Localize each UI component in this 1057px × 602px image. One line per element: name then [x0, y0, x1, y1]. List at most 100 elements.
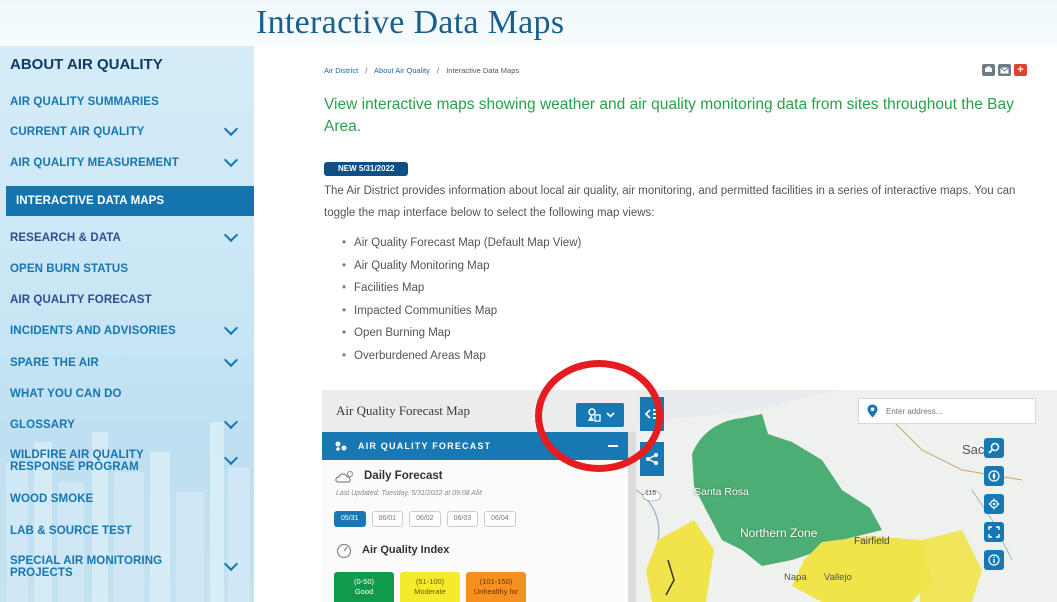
fullscreen-button[interactable]: [984, 522, 1004, 542]
sidebar-item-current-air-quality[interactable]: CURRENT AIR QUALITY: [0, 117, 254, 147]
fullscreen-icon: [988, 526, 1000, 538]
sidebar-item-open-burn-status[interactable]: OPEN BURN STATUS: [0, 254, 254, 284]
map-label-fairfield: Fairfield: [854, 536, 890, 547]
share-toolbar: +: [982, 64, 1027, 76]
search-zoom-icon: [988, 442, 1000, 454]
forecast-panel: Daily Forecast Last Updated: Tuesday, 5/…: [322, 460, 628, 602]
chevron-down-icon[interactable]: [223, 152, 239, 168]
sidebar: ABOUT AIR QUALITY AIR QUALITY SUMMARIES …: [0, 46, 254, 602]
aqi-tile-label: Moderate: [414, 587, 446, 596]
sidebar-item-interactive-data-maps[interactable]: INTERACTIVE DATA MAPS: [6, 186, 254, 216]
sidebar-item-what-you-can-do[interactable]: WHAT YOU CAN DO: [0, 379, 254, 409]
chevron-down-icon[interactable]: [223, 414, 239, 430]
sidebar-item-label: WOOD SMOKE: [10, 493, 94, 505]
chevron-down-icon[interactable]: [223, 556, 239, 572]
list-item: Air Quality Forecast Map (Default Map Vi…: [342, 232, 581, 255]
aqi-tile-range: (101-150): [479, 577, 513, 586]
map-label-sacramento: Sac: [962, 442, 985, 457]
breadcrumb-separator: /: [437, 66, 440, 75]
date-tab[interactable]: 06/03: [446, 511, 479, 527]
sidebar-item-incidents-advisories[interactable]: INCIDENTS AND ADVISORIES: [0, 316, 254, 346]
add-icon[interactable]: +: [1014, 64, 1027, 76]
locate-button[interactable]: [984, 494, 1004, 514]
list-item: Overburdened Areas Map: [342, 345, 581, 368]
map-label-napa: Napa: [784, 572, 807, 583]
sidebar-item-label: AIR QUALITY FORECAST: [10, 294, 152, 306]
date-tabs: 05/31 06/01 06/02 06/03 06/04: [334, 511, 516, 527]
aqi-gauge-icon: [336, 543, 352, 559]
sidebar-item-spare-the-air[interactable]: SPARE THE AIR: [0, 348, 254, 378]
sidebar-item-air-quality-measurement[interactable]: AIR QUALITY MEASUREMENT: [0, 148, 254, 178]
share-icon: [646, 453, 658, 465]
aqi-tile-good: (0-50) Good: [334, 572, 394, 602]
address-search[interactable]: [858, 398, 1036, 424]
map-road-label: 116: [645, 490, 657, 497]
sidebar-item-air-quality-summaries[interactable]: AIR QUALITY SUMMARIES: [0, 87, 254, 117]
page-title: Interactive Data Maps: [256, 4, 565, 41]
location-pin-icon: [867, 404, 878, 418]
sidebar-item-research-data[interactable]: RESEARCH & DATA: [0, 223, 254, 253]
date-tab[interactable]: 06/01: [371, 511, 404, 527]
main-content: Air District / About Air Quality / Inter…: [254, 46, 1057, 602]
locate-icon: [988, 498, 1000, 510]
breadcrumb-link-air-district[interactable]: Air District: [324, 66, 358, 75]
sidebar-item-label: LAB & SOURCE TEST: [10, 525, 132, 537]
sidebar-item-label: RESEARCH & DATA: [10, 232, 121, 244]
breadcrumb-current: Interactive Data Maps: [446, 66, 520, 75]
print-icon[interactable]: [982, 64, 995, 76]
date-tab[interactable]: 06/02: [409, 511, 441, 527]
sidebar-item-label: AIR QUALITY MEASUREMENT: [10, 157, 179, 169]
address-input[interactable]: [886, 406, 1026, 416]
list-item: Facilities Map: [342, 277, 581, 300]
sidebar-item-label: WILDFIRE AIR QUALITY RESPONSE PROGRAM: [10, 449, 144, 473]
forecast-icon: [335, 441, 347, 451]
aqi-legend: (0-50) Good (51-100) Moderate (101-150) …: [334, 572, 526, 602]
info-icon: [988, 554, 1000, 566]
sidebar-item-label: WHAT YOU CAN DO: [10, 388, 122, 400]
map-label-santa-rosa: Santa Rosa: [694, 486, 749, 498]
map-widget[interactable]: 116 Santa Rosa Northern Zone Fairfield N…: [322, 390, 1057, 602]
annotation-circle: [535, 360, 663, 472]
last-updated-text: Last Updated: Tuesday, 5/31/2022 at 09:0…: [336, 490, 482, 497]
date-tab[interactable]: 05/31: [334, 511, 366, 527]
chevron-down-icon[interactable]: [223, 320, 239, 336]
compass-icon: [988, 470, 1000, 482]
email-icon[interactable]: [998, 64, 1011, 76]
sidebar-item-special-air-monitoring[interactable]: SPECIAL AIR MONITORING PROJECTS: [0, 549, 254, 585]
sidebar-item-label: SPECIAL AIR MONITORING PROJECTS: [10, 555, 163, 579]
info-button[interactable]: [984, 550, 1004, 570]
description-text: The Air District provides information ab…: [324, 185, 1016, 219]
sidebar-item-label: INTERACTIVE DATA MAPS: [16, 195, 165, 207]
map-views-list: Air Quality Forecast Map (Default Map Vi…: [342, 232, 581, 368]
list-item: Open Burning Map: [342, 322, 581, 345]
chevron-down-icon[interactable]: [223, 450, 239, 466]
weather-icon: [335, 471, 353, 483]
forecast-panel-title: AIR QUALITY FORECAST: [358, 441, 492, 451]
aqi-tile-moderate: (51-100) Moderate: [400, 572, 460, 602]
sidebar-item-wood-smoke[interactable]: WOOD SMOKE: [0, 484, 254, 514]
aqi-tile-label: Unhealthy for: [473, 587, 519, 596]
sidebar-item-glossary[interactable]: GLOSSARY: [0, 410, 254, 440]
chevron-down-icon[interactable]: [223, 227, 239, 243]
map-label-northern-zone: Northern Zone: [740, 526, 818, 540]
sidebar-item-lab-source-test[interactable]: LAB & SOURCE TEST: [0, 516, 254, 546]
list-item: Air Quality Monitoring Map: [342, 255, 581, 278]
date-tab[interactable]: 06/04: [484, 511, 516, 527]
compass-button[interactable]: [984, 466, 1004, 486]
page: Interactive Data Maps ABOUT AIR QUALITY …: [0, 0, 1057, 602]
breadcrumb-separator: /: [365, 66, 368, 75]
sidebar-item-wildfire-response[interactable]: WILDFIRE AIR QUALITY RESPONSE PROGRAM: [0, 443, 254, 479]
sidebar-item-air-quality-forecast[interactable]: AIR QUALITY FORECAST: [0, 285, 254, 315]
sidebar-item-label: OPEN BURN STATUS: [10, 263, 129, 275]
sidebar-heading[interactable]: ABOUT AIR QUALITY: [10, 56, 163, 73]
aqi-tile-usg: (101-150) Unhealthy for: [466, 572, 526, 602]
sidebar-item-label: AIR QUALITY SUMMARIES: [10, 96, 159, 108]
aqi-tile-label: Good: [354, 587, 374, 596]
chevron-down-icon[interactable]: [223, 352, 239, 368]
chevron-down-icon[interactable]: [223, 121, 239, 137]
map-title: Air Quality Forecast Map: [336, 403, 470, 418]
zoom-search-button[interactable]: [984, 438, 1004, 458]
map-label-vallejo: Vallejo: [824, 572, 852, 583]
intro-text: View interactive maps showing weather an…: [324, 96, 1014, 135]
breadcrumb-link-about-air-quality[interactable]: About Air Quality: [374, 66, 430, 75]
